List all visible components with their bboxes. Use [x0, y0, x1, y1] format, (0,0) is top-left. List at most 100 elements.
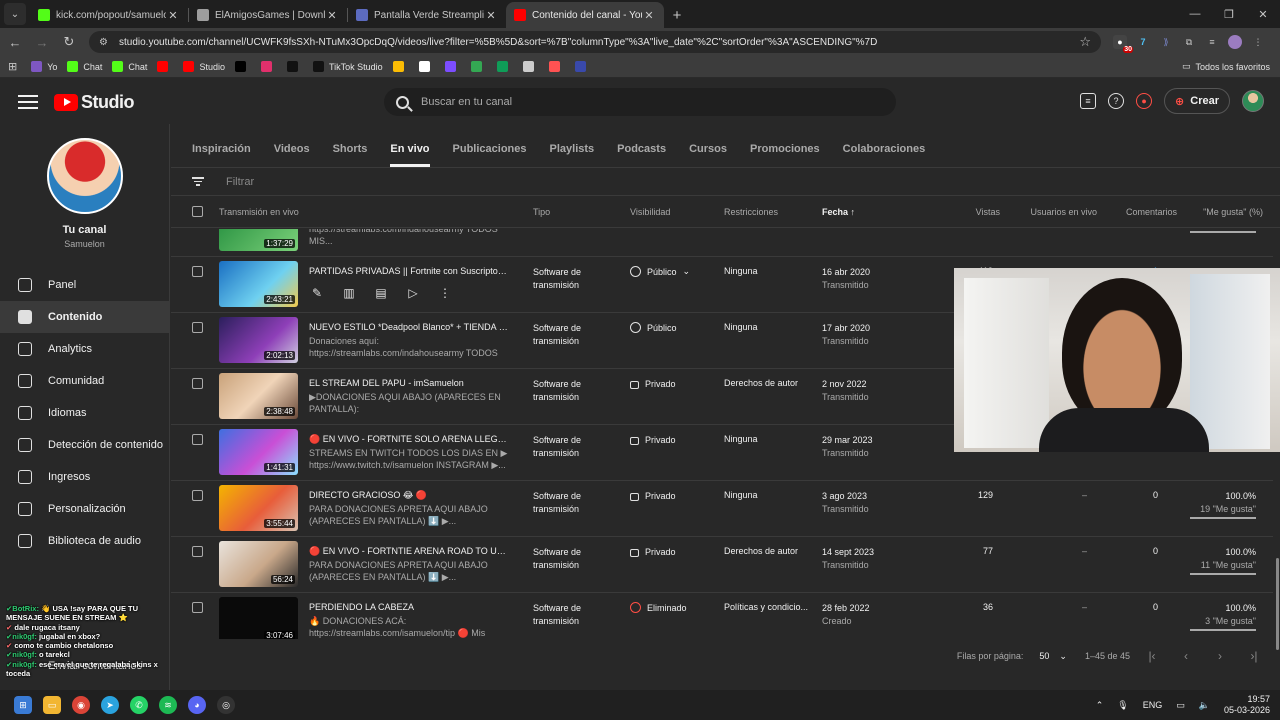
sidebar-item-audio-library[interactable]: Biblioteca de audio — [0, 525, 169, 557]
column-views[interactable]: Vistas — [976, 207, 1000, 217]
notifications-icon[interactable]: ● — [1136, 93, 1153, 109]
chrome-icon[interactable]: ◉ — [72, 696, 90, 714]
video-thumbnail[interactable]: 1:41:31 — [219, 429, 298, 475]
site-info-icon[interactable]: ⚙ — [99, 37, 111, 48]
rows-per-page-select[interactable]: 50 — [1039, 651, 1049, 661]
extensions-puzzle-icon[interactable]: ⧉ — [1182, 35, 1196, 49]
column-users[interactable]: Usuarios en vivo — [1030, 207, 1097, 217]
file-explorer-icon[interactable]: ▭ — [43, 696, 61, 714]
address-input[interactable]: ⚙ studio.youtube.com/channel/UCWFK9fsSXh… — [89, 31, 1101, 53]
bookmark-item[interactable] — [548, 61, 565, 72]
content-tab[interactable]: Shorts — [333, 143, 368, 167]
bookmark-item[interactable] — [392, 61, 409, 72]
tab-search-icon[interactable]: ⌄ — [4, 3, 26, 25]
extension-icon[interactable]: ⟫ — [1159, 35, 1173, 49]
video-title[interactable]: PERDIENDO LA CABEZA — [309, 602, 509, 612]
bookmark-item[interactable] — [496, 61, 513, 72]
reload-icon[interactable]: ↻ — [57, 30, 81, 54]
row-checkbox[interactable] — [192, 602, 203, 613]
bookmark-item[interactable]: TikTok Studio — [312, 61, 383, 72]
video-title[interactable]: 🔴 EN VIVO - FORTNTIE ARENA ROAD TO UNREA… — [309, 546, 509, 557]
help-icon[interactable]: ? — [1108, 93, 1125, 109]
visibility-cell[interactable]: Público ⌄ — [630, 266, 690, 277]
account-avatar[interactable] — [1242, 90, 1264, 112]
telegram-icon[interactable]: ➤ — [101, 696, 119, 714]
channel-avatar[interactable] — [46, 138, 123, 214]
profile-avatar[interactable] — [1228, 35, 1242, 49]
extension-icon[interactable]: 7 — [1136, 35, 1150, 49]
microphone-icon[interactable]: 🎙 — [1117, 700, 1128, 711]
clock[interactable]: 19:57 05-03-2026 — [1224, 694, 1270, 716]
maximize-icon[interactable]: ❐ — [1212, 0, 1246, 28]
edit-icon[interactable]: ✎ — [309, 286, 325, 300]
bookmark-item[interactable]: Chat — [67, 61, 102, 72]
video-thumbnail[interactable]: 3:07:46 — [219, 597, 298, 639]
all-bookmarks[interactable]: ▭ Todos los favoritos — [1182, 61, 1270, 72]
video-thumbnail[interactable]: 2:43:21 — [219, 261, 298, 307]
language-indicator[interactable]: ENG — [1143, 700, 1163, 710]
content-tab[interactable]: Cursos — [689, 143, 727, 167]
content-tab[interactable]: Publicaciones — [453, 143, 527, 167]
bookmark-item[interactable] — [157, 61, 173, 72]
sidebar-item-customization[interactable]: Personalización — [0, 493, 169, 525]
row-checkbox[interactable] — [192, 490, 203, 501]
browser-tab[interactable]: Pantalla Verde Streamplify, 2m,✕ — [348, 2, 506, 28]
network-icon[interactable]: ▭ — [1176, 700, 1185, 711]
content-tab[interactable]: Inspiración — [192, 143, 251, 167]
row-checkbox[interactable] — [192, 322, 203, 333]
video-title[interactable]: DIRECTO GRACIOSO 😂 🔴 — [309, 490, 509, 501]
bookmark-item[interactable] — [286, 61, 303, 72]
whatsapp-icon[interactable]: ✆ — [130, 696, 148, 714]
visibility-cell[interactable]: Privado — [630, 546, 676, 557]
sidebar-item-languages[interactable]: Idiomas — [0, 397, 169, 429]
bookmark-item[interactable] — [260, 61, 277, 72]
feedback-icon[interactable]: ≡ — [1080, 93, 1097, 109]
start-icon[interactable]: ⊞ — [14, 696, 32, 714]
content-tab[interactable]: Podcasts — [617, 143, 666, 167]
comments-icon[interactable]: ▤ — [373, 286, 389, 300]
bookmark-item[interactable] — [522, 61, 539, 72]
table-row[interactable]: 56:24 🔴 EN VIVO - FORTNTIE ARENA ROAD TO … — [171, 537, 1273, 593]
create-button[interactable]: ⊕ Crear — [1164, 88, 1230, 114]
content-tab[interactable]: En vivo — [390, 143, 430, 167]
sidebar-item-detection[interactable]: Detección de contenido — [0, 429, 169, 461]
video-title[interactable]: NUEVO ESTILO *Deadpool Blanco* + TIENDA … — [309, 322, 509, 332]
table-row[interactable]: 3:07:46 PERDIENDO LA CABEZA Software de tr… — [171, 593, 1273, 639]
column-likes[interactable]: "Me gusta" (%) — [1203, 207, 1263, 217]
tab-close-icon[interactable]: ✕ — [642, 9, 656, 22]
visibility-cell[interactable]: Eliminado — [630, 602, 687, 613]
bookmark-item[interactable]: Yo — [31, 61, 57, 72]
forward-icon[interactable]: → — [30, 30, 54, 54]
close-window-icon[interactable]: ✕ — [1246, 0, 1280, 28]
back-icon[interactable]: ← — [3, 30, 27, 54]
content-tab[interactable]: Colaboraciones — [843, 143, 926, 167]
bookmark-star-icon[interactable]: ☆ — [1079, 34, 1091, 50]
bookmark-item[interactable] — [418, 61, 435, 72]
tab-close-icon[interactable]: ✕ — [484, 9, 498, 22]
chevron-down-icon[interactable]: ⌄ — [1059, 651, 1067, 662]
minimize-icon[interactable]: — — [1178, 0, 1212, 28]
video-thumbnail[interactable]: 3:55:44 — [219, 485, 298, 531]
more-options-icon[interactable]: ⋮ — [437, 286, 453, 300]
browser-tab[interactable]: Contenido del canal - YouTube✕ — [506, 2, 664, 28]
tab-close-icon[interactable]: ✕ — [325, 9, 339, 22]
row-checkbox[interactable] — [192, 434, 203, 445]
reading-list-icon[interactable]: ≡ — [1205, 35, 1219, 49]
sidebar-item-community[interactable]: Comunidad — [0, 365, 169, 397]
video-title[interactable]: PARTIDAS PRIVADAS || Fortnite con Suscri… — [309, 266, 509, 276]
visibility-cell[interactable]: Privado — [630, 434, 676, 445]
menu-icon[interactable] — [18, 95, 38, 109]
content-tab[interactable]: Videos — [274, 143, 310, 167]
video-thumbnail[interactable]: 1:37:29 — [219, 229, 298, 251]
video-thumbnail[interactable]: 56:24 — [219, 541, 298, 587]
discord-icon[interactable]: ◕ — [188, 696, 206, 714]
sidebar-item-earn[interactable]: Ingresos — [0, 461, 169, 493]
analytics-icon[interactable]: ▥ — [341, 286, 357, 300]
sidebar-item-dashboard[interactable]: Panel — [0, 269, 169, 301]
spotify-icon[interactable]: ≋ — [159, 696, 177, 714]
channel-search[interactable]: Buscar en tu canal — [384, 88, 896, 116]
browser-tab[interactable]: ElAmigosGames | Download ga✕ — [189, 2, 347, 28]
bookmark-item[interactable]: Chat — [112, 61, 147, 72]
table-row[interactable]: 1:37:29 https://streamlabs.com/indahousea… — [171, 229, 1273, 257]
youtube-icon[interactable]: ▷ — [405, 286, 421, 300]
